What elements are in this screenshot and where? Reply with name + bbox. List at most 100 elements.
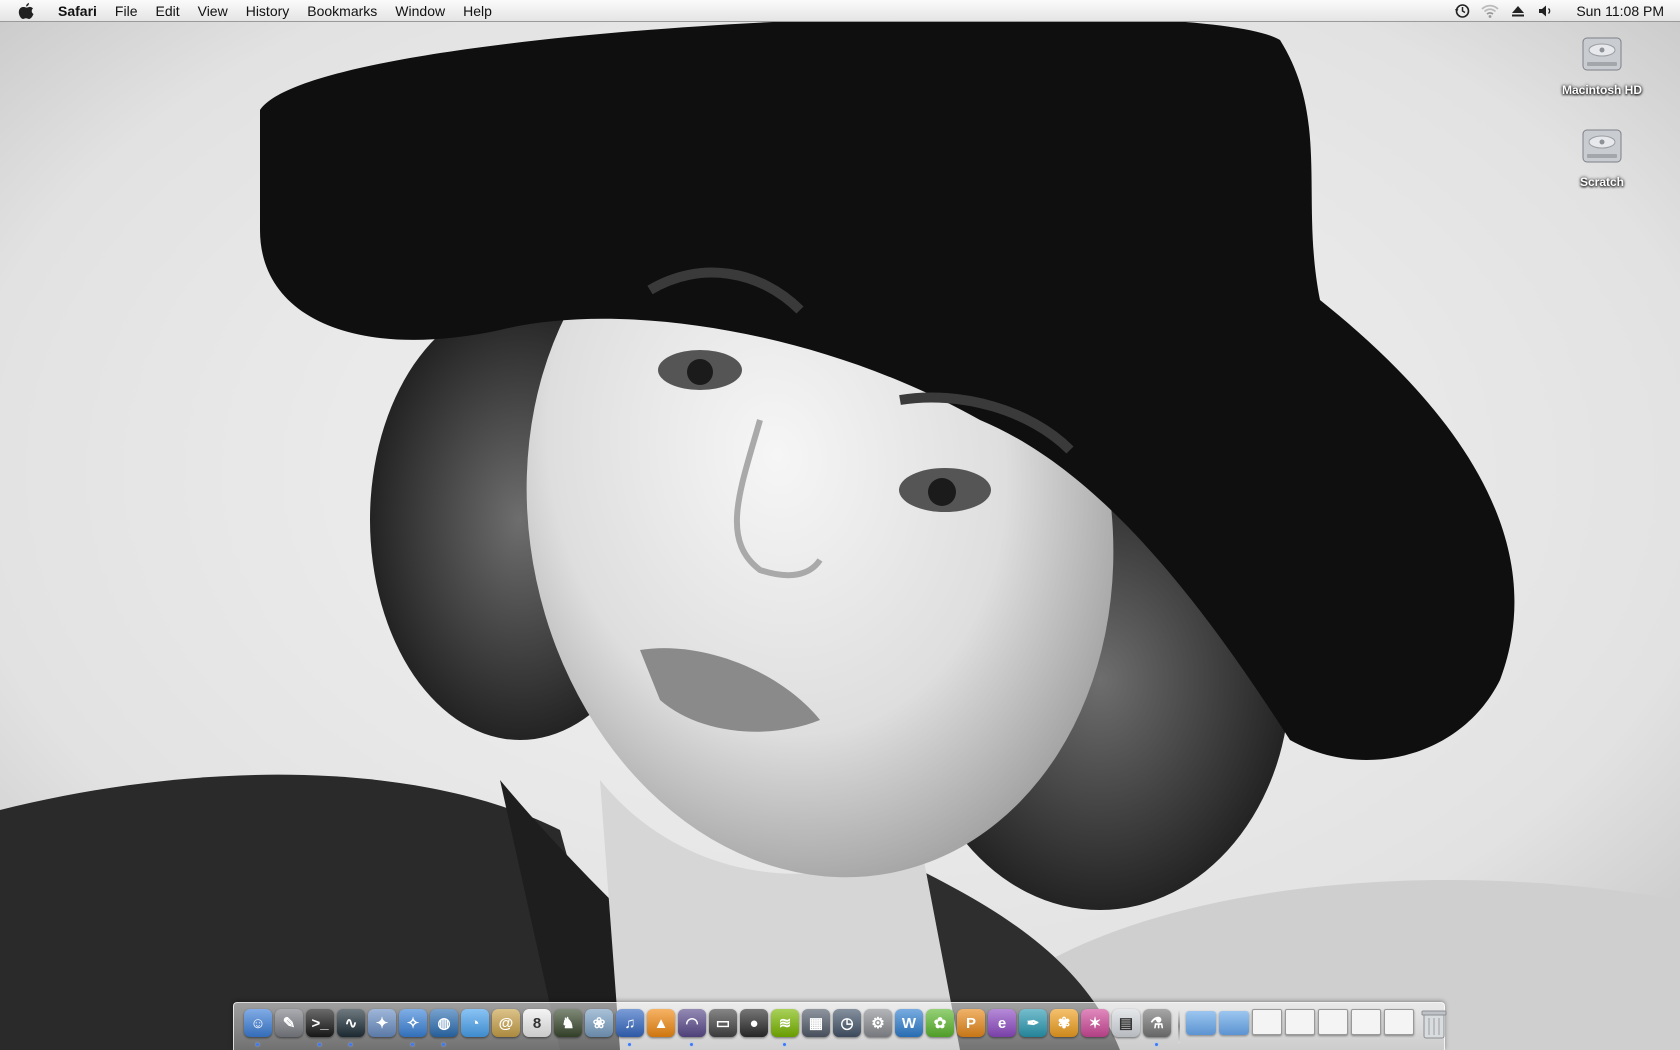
menu-edit[interactable]: Edit: [146, 0, 188, 22]
activity-monitor-icon[interactable]: ∿: [337, 1009, 365, 1046]
vlc-glyph: ▲: [653, 1014, 669, 1032]
menu-file[interactable]: File: [106, 0, 147, 22]
game-character-icon[interactable]: ♞: [554, 1009, 582, 1037]
dock-minimized-window-icon[interactable]: [1384, 1009, 1414, 1035]
menu-app-name[interactable]: Safari: [52, 0, 106, 22]
time-machine-app-icon[interactable]: ◷: [833, 1009, 861, 1037]
running-indicator: [628, 1043, 631, 1046]
network-meter-icon[interactable]: ◠: [678, 1009, 706, 1046]
menu-clock[interactable]: Sun 11:08 PM: [1576, 3, 1664, 19]
desktop-icon-label: Scratch: [1579, 175, 1625, 189]
dock-minimized-window-icon[interactable]: [1285, 1009, 1315, 1035]
spotify-glyph: ≋: [778, 1015, 792, 1032]
time-machine-app-glyph: ◷: [840, 1015, 854, 1032]
eject-icon[interactable]: [1507, 2, 1529, 20]
running-indicator: [256, 1043, 259, 1046]
trash-icon[interactable]: [1421, 1009, 1447, 1039]
photo-app-icon[interactable]: ✶: [1081, 1009, 1109, 1037]
dock-applications: ☺ ✎ >_ ∿ ✦ ✧ ◍ ◔ @8 ♞ ❀ ♫ ▲ ◠ ▭ ● ≋ ▦ ◷ ⚙ W ✿ Pe ✒ ✾ ✶ ▤ ⚗: [244, 1009, 1174, 1046]
terminal-glyph: >_: [311, 1014, 329, 1032]
desktop-wallpaper: [0, 0, 1680, 1050]
finder-glyph: ☺: [250, 1014, 266, 1032]
system-preferences-icon[interactable]: ⚙: [864, 1009, 892, 1037]
desktop-icon-label: Macintosh HD: [1561, 83, 1642, 97]
itunes-icon[interactable]: ♫: [616, 1009, 644, 1046]
spotify-icon[interactable]: ≋: [771, 1009, 799, 1046]
dock-minimized-window-icon[interactable]: [1318, 1009, 1348, 1035]
ichat-icon[interactable]: ◔: [461, 1009, 489, 1037]
writer-glyph: W: [901, 1014, 917, 1032]
apple-logo-icon[interactable]: [18, 1, 38, 21]
preview-glyph: ✦: [375, 1015, 389, 1032]
dock: ☺ ✎ >_ ∿ ✦ ✧ ◍ ◔ @8 ♞ ❀ ♫ ▲ ◠ ▭ ● ≋ ▦ ◷ ⚙ W ✿ Pe ✒ ✾ ✶ ▤ ⚗: [233, 1002, 1447, 1050]
editor-app-icon[interactable]: e: [988, 1009, 1016, 1037]
flower-app-icon[interactable]: ✾: [1050, 1009, 1078, 1037]
photo-app-glyph: ✶: [1088, 1015, 1102, 1032]
menu-help[interactable]: Help: [454, 0, 501, 22]
ical-glyph: 8: [532, 1014, 542, 1032]
iphoto-icon[interactable]: ❀: [585, 1009, 613, 1037]
front-row-glyph: ▭: [715, 1015, 731, 1032]
hard-drive-icon: [1582, 129, 1622, 163]
running-indicator: [349, 1043, 352, 1046]
wifi-icon[interactable]: [1479, 2, 1501, 20]
dock-folder-stack-icon[interactable]: [1186, 1011, 1216, 1035]
dock-folder-stack-icon[interactable]: [1219, 1011, 1249, 1035]
wallpaper-portrait-image: [0, 0, 1680, 1050]
activity-monitor-glyph: ∿: [344, 1015, 358, 1032]
menu-items: Safari File Edit View History Bookmarks …: [52, 0, 501, 22]
menu-history[interactable]: History: [237, 0, 299, 22]
itunes-glyph: ♫: [624, 1014, 636, 1032]
desktop-icon-macintosh-hd[interactable]: Macintosh HD: [1547, 30, 1657, 99]
front-row-icon[interactable]: ▭: [709, 1009, 737, 1037]
browser-globe-icon[interactable]: ◍: [430, 1009, 458, 1046]
dock-stacks: [1186, 1009, 1417, 1035]
dashboard-icon[interactable]: ▦: [802, 1009, 830, 1037]
spreadsheet-app-icon[interactable]: ▤: [1112, 1009, 1140, 1037]
menu-bookmarks[interactable]: Bookmarks: [298, 0, 386, 22]
vlc-icon[interactable]: ▲: [647, 1009, 675, 1037]
spreadsheet-app-glyph: ▤: [1118, 1015, 1134, 1032]
desktop-icon-scratch[interactable]: Scratch: [1547, 122, 1657, 191]
browser-globe-glyph: ◍: [437, 1015, 451, 1032]
menu-bar: Safari File Edit View History Bookmarks …: [0, 0, 1680, 22]
running-indicator: [411, 1043, 414, 1046]
network-meter-glyph: ◠: [685, 1015, 699, 1032]
flower-app-glyph: ✾: [1057, 1015, 1071, 1032]
menu-view[interactable]: View: [189, 0, 237, 22]
pages-app-glyph: P: [965, 1014, 976, 1032]
quill-app-glyph: ✒: [1026, 1015, 1040, 1032]
xbmc-glyph: ●: [749, 1014, 759, 1032]
iphoto-glyph: ❀: [592, 1015, 606, 1032]
xcode-tools-glyph: ✎: [282, 1015, 296, 1032]
xcode-tools-icon[interactable]: ✎: [275, 1009, 303, 1037]
terminal-icon[interactable]: >_: [306, 1009, 334, 1046]
mail-icon[interactable]: @: [492, 1009, 520, 1037]
volume-icon[interactable]: [1535, 2, 1557, 20]
automator-icon[interactable]: ⚗: [1143, 1009, 1171, 1046]
ichat-glyph: ◔: [470, 1014, 480, 1032]
ical-icon[interactable]: 8: [523, 1009, 551, 1037]
safari-glyph: ✧: [406, 1015, 420, 1032]
preview-icon[interactable]: ✦: [368, 1009, 396, 1037]
writer-icon[interactable]: W: [895, 1009, 923, 1037]
hard-drive-icon: [1582, 37, 1622, 71]
running-indicator: [442, 1043, 445, 1046]
automator-glyph: ⚗: [1150, 1015, 1164, 1032]
time-machine-icon[interactable]: [1451, 2, 1473, 20]
dock-minimized-window-icon[interactable]: [1252, 1009, 1282, 1035]
pages-app-icon[interactable]: P: [957, 1009, 985, 1037]
safari-icon[interactable]: ✧: [399, 1009, 427, 1046]
xbmc-icon[interactable]: ●: [740, 1009, 768, 1037]
dock-separator: [1178, 1009, 1180, 1043]
running-indicator: [318, 1043, 321, 1046]
dock-minimized-window-icon[interactable]: [1351, 1009, 1381, 1035]
quill-app-icon[interactable]: ✒: [1019, 1009, 1047, 1037]
running-indicator: [783, 1043, 786, 1046]
game-character-glyph: ♞: [561, 1015, 575, 1032]
running-indicator: [690, 1043, 693, 1046]
menu-window[interactable]: Window: [386, 0, 454, 22]
finder-icon[interactable]: ☺: [244, 1009, 272, 1046]
plant-app-icon[interactable]: ✿: [926, 1009, 954, 1037]
system-preferences-glyph: ⚙: [871, 1015, 885, 1032]
